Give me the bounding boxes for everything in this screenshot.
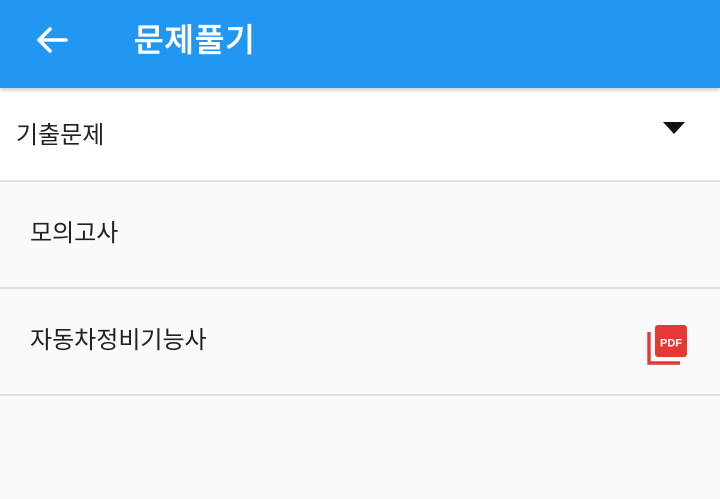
list-item-label: 자동차정비기능사 bbox=[30, 326, 207, 354]
pdf-icon-label: PDF bbox=[660, 338, 682, 350]
app-bar: 문제풀기 bbox=[0, 0, 720, 88]
list-item-mock-exam[interactable]: 모의고사 bbox=[0, 182, 720, 289]
pdf-icon[interactable]: PDF bbox=[646, 322, 690, 366]
list-item-label: 모의고사 bbox=[30, 219, 119, 247]
page-title: 문제풀기 bbox=[134, 21, 256, 59]
back-button[interactable] bbox=[22, 16, 82, 64]
menu-list: 모의고사 자동차정비기능사 PDF bbox=[0, 182, 720, 396]
dropdown-arrow-icon[interactable] bbox=[663, 122, 685, 134]
exam-type-dropdown[interactable]: 기출문제 bbox=[0, 88, 720, 182]
dropdown-selected-value: 기출문제 bbox=[16, 121, 105, 149]
list-item-auto-mechanic[interactable]: 자동차정비기능사 PDF bbox=[0, 289, 720, 396]
arrow-left-icon bbox=[37, 27, 68, 53]
